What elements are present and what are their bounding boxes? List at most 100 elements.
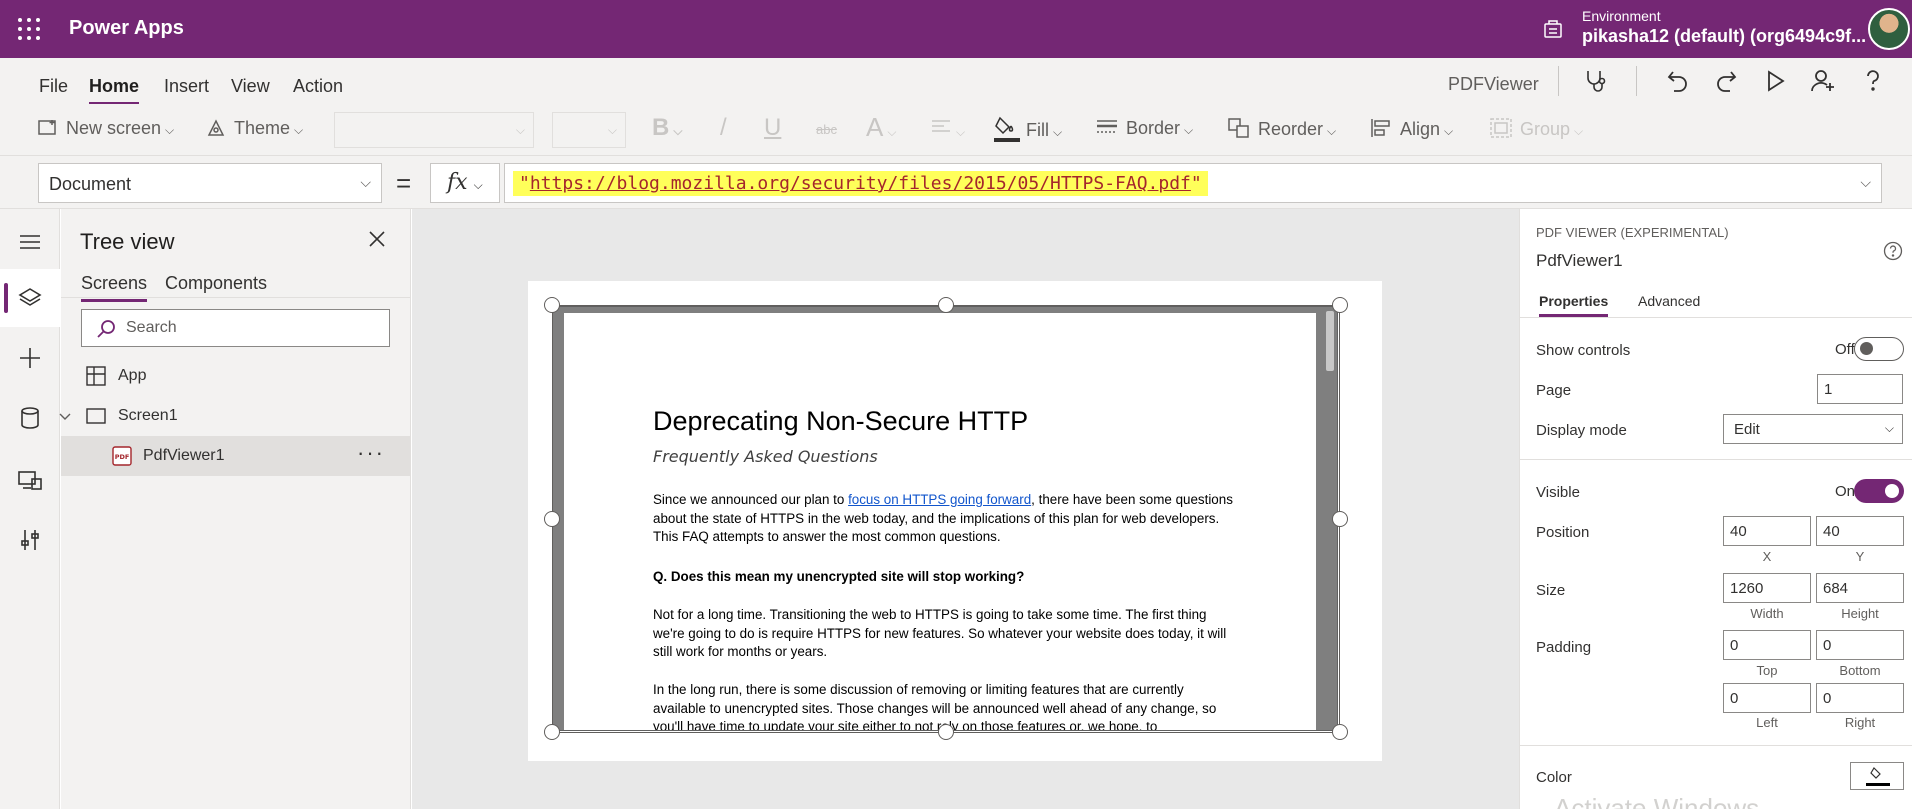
resize-handle-bottom-left[interactable]	[544, 724, 560, 740]
padding-left-input[interactable]	[1723, 683, 1811, 713]
ribbon-toolbar: New screen ⌵ Theme ⌵ ⌵ ⌵ B ⌵ / U abc A ⌵ ⌵ F…	[0, 104, 1912, 156]
app-title[interactable]: Power Apps	[69, 17, 184, 40]
environment-value[interactable]: pikasha12 (default) (org6494c9f...	[1582, 26, 1866, 47]
visible-toggle[interactable]	[1854, 479, 1904, 503]
padding-bottom-input[interactable]	[1816, 630, 1904, 660]
show-controls-toggle[interactable]	[1854, 337, 1904, 361]
bold-button[interactable]: B ⌵	[652, 114, 682, 142]
display-mode-select[interactable]: Edit ⌵	[1723, 414, 1903, 444]
height-input[interactable]	[1816, 573, 1904, 603]
formula-input[interactable]: "https://blog.mozilla.org/security/files…	[504, 163, 1882, 203]
top-caption: Top	[1756, 663, 1778, 678]
share-user-icon[interactable]	[1810, 68, 1836, 94]
resize-handle-bottom-right[interactable]	[1332, 724, 1348, 740]
font-color-button[interactable]: A ⌵	[866, 112, 896, 143]
insert-plus-icon[interactable]	[17, 345, 43, 371]
position-y-input[interactable]	[1816, 516, 1904, 546]
display-mode-label: Display mode	[1536, 422, 1627, 439]
position-x-input[interactable]	[1723, 516, 1811, 546]
chevron-down-icon[interactable]	[57, 406, 73, 426]
bold-icon: B	[652, 114, 670, 141]
y-caption: Y	[1855, 549, 1865, 564]
environment-icon[interactable]	[1542, 18, 1564, 40]
search-input[interactable]	[126, 316, 376, 340]
close-icon[interactable]	[367, 229, 387, 249]
width-input[interactable]	[1723, 573, 1811, 603]
resize-handle-right[interactable]	[1332, 511, 1348, 527]
tree-item-screen1[interactable]: Screen1	[59, 396, 411, 436]
top-header: Power Apps Environment pikasha12 (defaul…	[0, 0, 1912, 58]
page-input[interactable]	[1817, 374, 1903, 404]
theme-button[interactable]: Theme ⌵	[206, 118, 303, 139]
chevron-down-icon: ⌵	[1444, 124, 1454, 138]
chevron-down-icon: ⌵	[1884, 421, 1894, 435]
color-picker[interactable]	[1850, 762, 1904, 790]
menu-insert[interactable]: Insert	[164, 76, 209, 97]
theme-label: Theme	[234, 118, 291, 138]
resize-handle-top-right[interactable]	[1332, 297, 1348, 313]
app-launcher-icon[interactable]	[18, 18, 40, 40]
more-options-icon[interactable]: ···	[357, 440, 385, 466]
pdf-subtitle: Frequently Asked Questions	[653, 447, 878, 466]
menu-action[interactable]: Action	[293, 76, 343, 97]
data-icon[interactable]	[17, 405, 43, 431]
redo-icon[interactable]	[1713, 68, 1739, 94]
tab-screens[interactable]: Screens	[81, 273, 148, 302]
font-family-select[interactable]: ⌵	[334, 112, 534, 148]
app-name[interactable]: PDFViewer	[1448, 74, 1539, 95]
media-icon[interactable]	[17, 467, 43, 493]
menu-file[interactable]: File	[39, 76, 68, 97]
underline-button[interactable]: U	[764, 114, 781, 142]
italic-button[interactable]: /	[720, 114, 727, 142]
tab-properties[interactable]: Properties	[1539, 293, 1609, 317]
pdf-title: Deprecating Non-Secure HTTP	[653, 406, 1029, 436]
page-label: Page	[1536, 382, 1572, 399]
tree-item-pdfviewer1[interactable]: PDF PdfViewer1 ···	[61, 436, 411, 476]
pdf-scrollbar[interactable]	[1326, 311, 1334, 371]
tree-search-box[interactable]	[81, 309, 390, 347]
chevron-down-icon: ⌵	[887, 125, 897, 139]
formula-close-quote: "	[1190, 173, 1202, 194]
underline-icon: U	[764, 114, 782, 141]
group-button[interactable]: Group ⌵	[1490, 118, 1583, 140]
tree-item-label: Screen1	[118, 407, 178, 424]
fill-button[interactable]: Fill ⌵	[994, 114, 1062, 144]
function-picker[interactable]: fx ⌵	[430, 163, 500, 203]
tree-item-app[interactable]: App	[61, 356, 411, 396]
pdf-link[interactable]: focus on HTTPS going forward	[848, 492, 1031, 507]
resize-handle-left[interactable]	[544, 511, 560, 527]
resize-handle-top-left[interactable]	[544, 297, 560, 313]
play-icon[interactable]	[1762, 68, 1788, 94]
resize-handle-bottom[interactable]	[938, 724, 954, 740]
padding-top-input[interactable]	[1723, 630, 1811, 660]
right-caption: Right	[1844, 715, 1876, 730]
menu-view[interactable]: View	[231, 76, 270, 97]
pdf-viewer-control[interactable]: Deprecating Non-Secure HTTP Frequently A…	[552, 306, 1338, 731]
resize-handle-top[interactable]	[938, 297, 954, 313]
align-button[interactable]: Align ⌵	[1370, 118, 1453, 140]
tree-view-title: Tree view	[80, 229, 175, 254]
divider	[61, 297, 411, 298]
text-align-button[interactable]: ⌵	[930, 118, 965, 141]
menu-home[interactable]: Home	[89, 76, 140, 105]
property-select[interactable]: Document ⌵	[38, 163, 382, 203]
hamburger-icon[interactable]	[17, 229, 43, 255]
help-icon[interactable]	[1883, 241, 1903, 261]
new-screen-button[interactable]: New screen ⌵	[38, 118, 174, 139]
user-avatar[interactable]	[1868, 8, 1910, 50]
height-caption: Height	[1841, 606, 1879, 621]
padding-right-input[interactable]	[1816, 683, 1904, 713]
undo-icon[interactable]	[1665, 68, 1691, 94]
strikethrough-button[interactable]: abc	[816, 122, 837, 137]
svg-text:PDF: PDF	[115, 453, 130, 461]
help-icon[interactable]	[1860, 68, 1886, 94]
border-button[interactable]: Border ⌵	[1096, 118, 1193, 139]
tree-view-layers-icon[interactable]	[17, 285, 43, 311]
reorder-button[interactable]: Reorder ⌵	[1228, 118, 1336, 140]
tab-advanced[interactable]: Advanced	[1638, 293, 1700, 309]
font-size-select[interactable]: ⌵	[552, 112, 626, 148]
expand-formula-icon[interactable]: ⌵	[1860, 174, 1871, 191]
advanced-tools-icon[interactable]	[17, 527, 43, 553]
tab-components[interactable]: Components	[165, 273, 267, 294]
app-checker-icon[interactable]	[1583, 68, 1609, 94]
